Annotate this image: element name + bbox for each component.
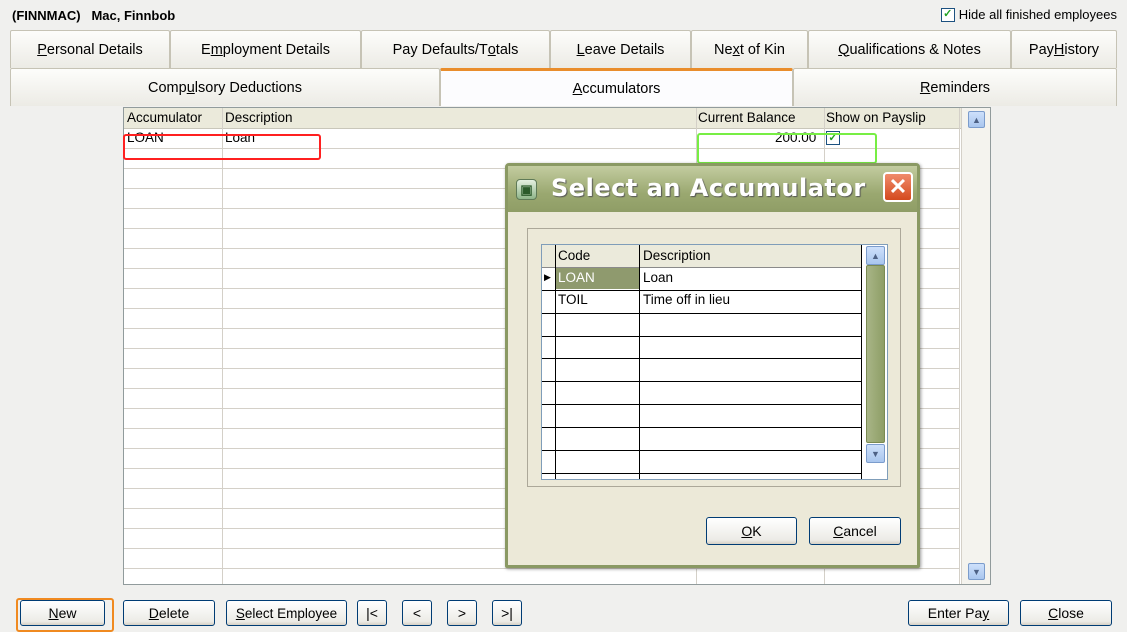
list-item-empty [542,428,862,451]
column-header-description[interactable]: Description [225,110,293,125]
close-button[interactable]: Close [1020,600,1112,626]
list-item-empty [542,451,862,474]
cell-code: TOIL [558,292,588,307]
select-accumulator-dialog[interactable]: ▣ Select an Accumulator ✕ Code Descripti… [505,163,920,568]
list-item[interactable]: ▶ LOAN Loan [542,268,862,291]
tab-leave-details[interactable]: Leave Details [550,30,691,68]
dialog-titlebar[interactable]: ▣ Select an Accumulator ✕ [508,166,917,212]
tab-compulsory-deductions[interactable]: Comp u lsory Deductions [10,68,440,106]
row-pointer-icon: ▶ [544,272,551,282]
cell-description: Loan [225,130,256,145]
close-icon[interactable]: ✕ [883,172,913,202]
accumulator-list-grid[interactable]: Code Description ▶ LOAN Loan TOIL Time o… [541,244,888,480]
cancel-button[interactable]: Cancel [809,517,901,545]
hide-finished-checkbox[interactable]: ✓ [940,7,955,22]
next-record-button[interactable]: > [447,600,477,626]
list-item-empty [542,474,862,479]
cell-description: Time off in lieu [643,292,731,307]
scroll-up-icon[interactable]: ▲ [968,111,985,128]
scroll-thumb[interactable] [866,265,885,443]
list-item-empty [542,405,862,428]
scroll-down-icon[interactable]: ▼ [968,563,985,580]
cell-current-balance: 200.00 [775,130,817,145]
scroll-down-icon[interactable]: ▼ [866,444,885,463]
column-header-code[interactable]: Code [558,248,590,263]
list-item-empty [542,382,862,405]
tab-pay-defaults-totals[interactable]: Pay Defaults/T o tals [361,30,550,68]
list-item[interactable]: TOIL Time off in lieu [542,290,862,312]
delete-button[interactable]: Delete [123,600,215,626]
cell-description: Loan [643,270,674,285]
dialog-grid-header: Code Description [542,245,887,268]
employee-title: (FINNMAC) Mac, Finnbob [12,8,175,23]
column-header-current-balance[interactable]: Current Balance [698,110,796,125]
column-header-show-on-payslip[interactable]: Show on Payslip [826,110,926,125]
grid-scrollbar[interactable]: ▲ ▼ [961,108,990,584]
list-item-empty [542,336,862,359]
tab-row-primary: Personal Details Em ployment Details Pay … [10,30,1117,68]
tab-personal-details[interactable]: Personal Details [10,30,170,68]
hide-finished-label: Hide all finished employees [958,7,1117,22]
dialog-title: Select an Accumulator [551,174,866,202]
tab-reminders[interactable]: Reminders [793,68,1117,106]
show-on-payslip-checkbox[interactable]: ✓ [826,131,840,145]
hide-finished-employees-control[interactable]: ✓ Hide all finished employees [940,7,1117,22]
tab-qualifications-notes[interactable]: Qualifications & Notes [808,30,1011,68]
list-item-empty [542,359,862,382]
cell-accumulator: LOAN [127,130,164,145]
dialog-panel: Code Description ▶ LOAN Loan TOIL Time o… [527,228,901,487]
new-button[interactable]: New [20,600,105,626]
tab-employment-details[interactable]: Em ployment Details [170,30,361,68]
table-row[interactable]: LOAN Loan 200.00 ✓ [124,129,960,149]
tab-next-of-kin[interactable]: Ne x t of Kin [691,30,808,68]
first-record-button[interactable]: |< [357,600,387,626]
grid-header: Accumulator Description Current Balance … [124,108,990,129]
tab-row-secondary: Comp u lsory Deductions Accumulators Remin… [10,68,1117,106]
last-record-button[interactable]: >| [492,600,522,626]
scroll-up-icon[interactable]: ▲ [866,246,885,265]
previous-record-button[interactable]: < [402,600,432,626]
enter-pay-button[interactable]: Enter Pa y [908,600,1009,626]
column-header-description[interactable]: Description [643,248,711,263]
app-icon: ▣ [516,179,537,200]
column-header-accumulator[interactable]: Accumulator [127,110,202,125]
list-item-empty [542,313,862,337]
select-employee-button[interactable]: Select Employee [226,600,347,626]
tab-pay-history[interactable]: Pay History [1011,30,1117,68]
dialog-scrollbar[interactable]: ▲ ▼ [862,245,887,479]
cell-code: LOAN [558,270,595,285]
employee-code: (FINNMAC) [12,8,81,23]
ok-button[interactable]: OK [706,517,797,545]
tab-accumulators[interactable]: Accumulators [440,68,793,106]
employee-name: Mac, Finnbob [91,8,176,23]
